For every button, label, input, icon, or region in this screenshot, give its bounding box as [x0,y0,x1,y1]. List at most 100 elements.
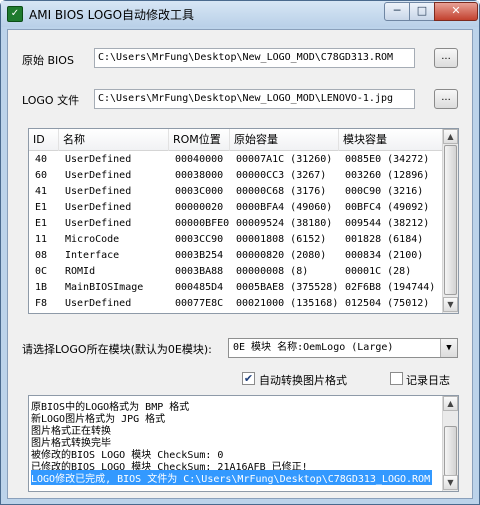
table-cell: UserDefined [65,202,132,213]
table-cell: 08 [35,250,48,261]
minimize-button[interactable]: ─ [384,2,410,21]
title-bar[interactable]: ✓ AMI BIOS LOGO自动修改工具 ─ □ ✕ [1,1,479,27]
table-row[interactable]: 11 MicroCode 0003CC90 00001808 (6152) 001828… [29,232,443,248]
logo-file-path-field[interactable]: C:\Users\MrFung\Desktop\New_LOGO_MOD\LEN… [94,89,415,109]
table-cell: Interface [65,250,120,261]
table-row[interactable]: 1B MainBIOSImage 000485D4 0005BAE8 (375528)… [29,280,443,296]
table-cell: 00000CC3 (3267) [236,170,327,181]
table-cell: 0000BFA4 (49060) [236,202,333,213]
table-cell: 11 [35,234,48,245]
table-cell: 40 [35,154,48,165]
table-cell: 0C [35,266,48,277]
table-cell: MainBIOSImage [65,282,144,293]
table-cell: 00000008 (8) [236,266,309,277]
table-cell: MicroCode [65,234,120,245]
table-cell: 1B [35,282,48,293]
table-row[interactable]: 60 UserDefined 00038000 00000CC3 (3267) 0032… [29,168,443,184]
log-scrollbar[interactable]: ▲ ▼ [442,396,458,491]
table-cell: 0003BA88 [175,266,224,277]
column-original-size[interactable]: 原始容量 [230,129,339,151]
table-cell: UserDefined [65,154,132,165]
table-row[interactable]: 08 Interface 0003B254 00000820 (2080) 000834… [29,248,443,264]
log-output[interactable]: 原BIOS中的LOGO格式为 BMP 格式 新LOGO图片格式为 JPG 格式 图片… [28,395,459,492]
original-bios-path-field[interactable]: C:\Users\MrFung\Desktop\New_LOGO_MOD\C78… [94,48,415,68]
table-cell: 0003CC90 [175,234,224,245]
logo-file-label: LOGO 文件 [22,94,80,107]
window-title: AMI BIOS LOGO自动修改工具 [29,8,195,22]
table-row[interactable]: F8 UserDefined 00077E8C 00021000 (135168) 01… [29,296,443,312]
table-cell: 00000C68 (3176) [236,186,327,197]
table-cell: 003260 (12896) [345,170,430,181]
browse-logo-button[interactable]: ... [434,89,458,109]
table-cell: 000834 (2100) [345,250,424,261]
close-button[interactable]: ✕ [434,2,478,21]
table-cell: 000C90 (3216) [345,186,424,197]
log-label[interactable]: 记录日志 [406,372,450,388]
table-cell: 00001808 (6152) [236,234,327,245]
table-row[interactable]: E1 UserDefined 00000BFE0 00009524 (38180) 00… [29,216,443,232]
table-cell: 009544 (38212) [345,218,430,229]
table-cell: 00009524 (38180) [236,218,333,229]
table-cell: 0003C000 [175,186,224,197]
table-row[interactable]: 41 UserDefined 0003C000 00000C68 (3176) 000C… [29,184,443,200]
module-list-scrollbar[interactable]: ▲ ▼ [442,129,458,313]
table-cell: E1 [35,202,48,213]
table-cell: 00007A1C (31260) [236,154,333,165]
module-list[interactable]: ID 名称 ROM位置 原始容量 模块容量 40 UserDefined 00040… [28,128,459,314]
column-module-size[interactable]: 模块容量 [339,129,443,151]
column-name[interactable]: 名称 [59,129,169,151]
column-rom-position[interactable]: ROM位置 [169,129,230,151]
table-cell: 00000820 (2080) [236,250,327,261]
auto-convert-label[interactable]: 自动转换图片格式 [259,372,347,388]
table-cell: 41 [35,186,48,197]
module-list-header: ID 名称 ROM位置 原始容量 模块容量 [29,129,443,151]
log-scroll-thumb[interactable] [444,426,457,476]
module-select-dropdown[interactable]: 0E 模块 名称:OemLogo (Large) ▼ [228,338,458,358]
table-cell: 00040000 [175,154,224,165]
module-select-value: 0E 模块 名称:OemLogo (Large) [233,342,394,353]
table-cell: 00000020 [175,202,224,213]
table-cell: 02F6B8 (194744) [345,282,436,293]
log-line: LOGO修改已完成, BIOS 文件为 C:\Users\MrFung\Desk… [31,470,433,485]
table-cell: 0003B254 [175,250,224,261]
table-cell: 012504 (75012) [345,298,430,309]
module-rows: 40 UserDefined 00040000 00007A1C (31260) 008… [29,152,443,312]
table-cell: 001828 (6184) [345,234,424,245]
table-cell: 0005BAE8 (375528) [236,282,339,293]
table-cell: 60 [35,170,48,181]
log-scroll-up-arrow-icon[interactable]: ▲ [443,396,458,411]
log-scroll-down-arrow-icon[interactable]: ▼ [443,475,458,490]
table-cell: E1 [35,218,48,229]
app-window: ✓ AMI BIOS LOGO自动修改工具 ─ □ ✕ 原始 BIOS C:\U… [0,0,480,505]
maximize-button[interactable]: □ [409,2,435,21]
table-cell: 00038000 [175,170,224,181]
table-cell: 000485D4 [175,282,224,293]
original-bios-label: 原始 BIOS [22,54,74,67]
table-cell: UserDefined [65,170,132,181]
module-select-label: 请选择LOGO所在模块(默认为0E模块): [22,343,212,356]
table-row[interactable]: 40 UserDefined 00040000 00007A1C (31260) 008… [29,152,443,168]
table-cell: F8 [35,298,48,309]
log-checkbox[interactable] [390,372,403,385]
table-cell: UserDefined [65,298,132,309]
table-cell: UserDefined [65,218,132,229]
table-cell: 00BFC4 (49092) [345,202,430,213]
table-cell: ROMId [65,266,96,277]
table-row[interactable]: 0C ROMId 0003BA88 00000008 (8) 00001C (28) [29,264,443,280]
scroll-down-arrow-icon[interactable]: ▼ [443,297,458,312]
column-id[interactable]: ID [29,129,59,151]
scroll-thumb[interactable] [444,145,457,295]
app-logo-icon: ✓ [7,6,23,22]
table-cell: 0085E0 (34272) [345,154,430,165]
table-cell: UserDefined [65,186,132,197]
table-row[interactable]: E1 UserDefined 00000020 0000BFA4 (49060) 00B… [29,200,443,216]
main-panel: 原始 BIOS C:\Users\MrFung\Desktop\New_LOGO… [7,29,473,499]
table-cell: 00001C (28) [345,266,412,277]
browse-bios-button[interactable]: ... [434,48,458,68]
table-cell: 00021000 (135168) [236,298,339,309]
scroll-up-arrow-icon[interactable]: ▲ [443,129,458,144]
table-cell: 00000BFE0 [175,218,230,229]
table-cell: 00077E8C [175,298,224,309]
auto-convert-checkbox[interactable]: ✔ [242,372,255,385]
chevron-down-icon[interactable]: ▼ [440,339,457,357]
